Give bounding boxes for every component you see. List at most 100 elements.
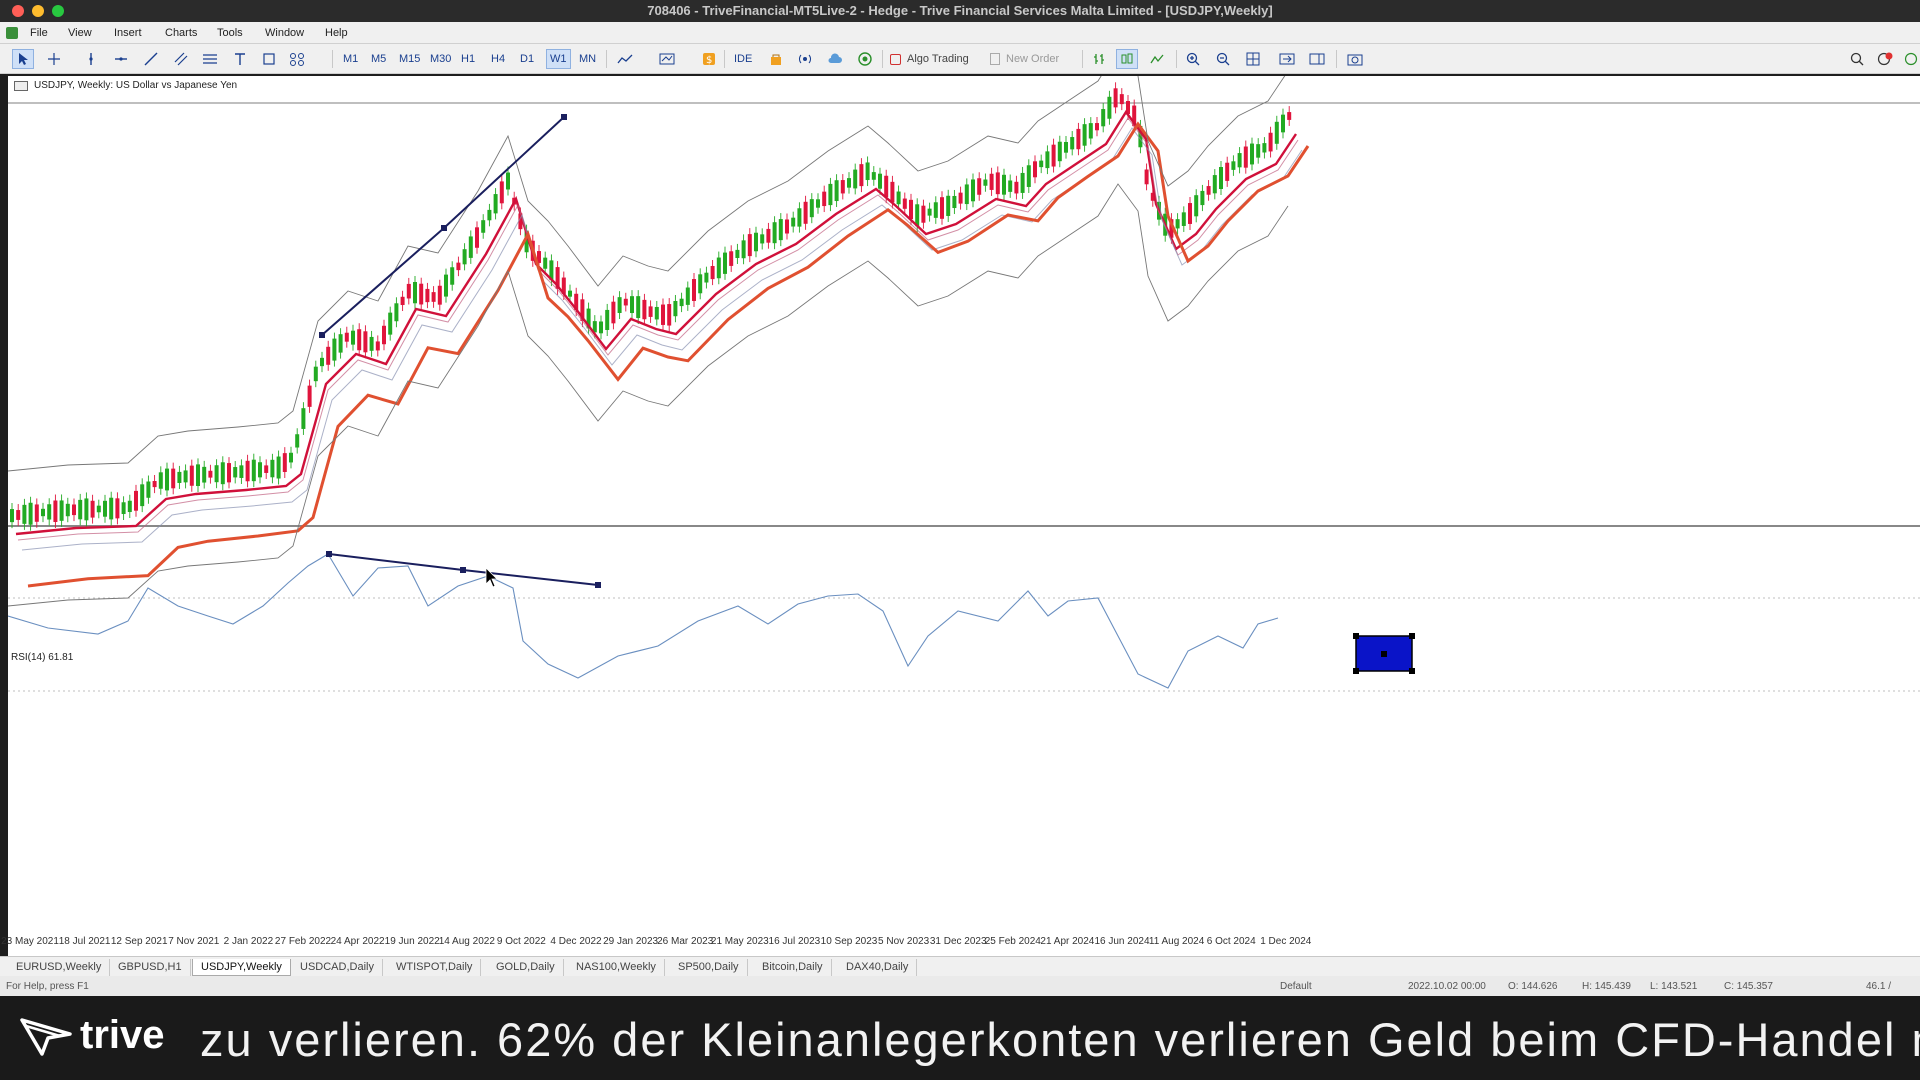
time-axis-label: 5 Nov 2023 xyxy=(878,936,930,947)
symbol-tab[interactable]: EURUSD,Weekly xyxy=(8,959,111,976)
candle-body xyxy=(227,463,231,483)
text-tool-icon[interactable] xyxy=(229,49,251,69)
candle-body xyxy=(78,499,83,520)
zoom-out-icon[interactable] xyxy=(1212,49,1234,69)
objects-icon[interactable] xyxy=(286,49,308,69)
horizontal-line-icon[interactable] xyxy=(110,49,132,69)
zoom-in-icon[interactable] xyxy=(1182,49,1204,69)
bag-icon[interactable] xyxy=(765,49,787,69)
symbol-tab-active[interactable]: USDJPY,Weekly xyxy=(192,959,291,976)
timeframe-m1[interactable]: M1 xyxy=(340,49,361,69)
market-icon[interactable] xyxy=(854,49,876,69)
candle-body xyxy=(140,484,145,507)
bar-chart-icon[interactable] xyxy=(1088,49,1110,69)
candle-body xyxy=(171,468,176,489)
account-icon[interactable] xyxy=(1900,49,1920,69)
candle-body xyxy=(481,220,486,233)
indicators-icon[interactable] xyxy=(614,49,636,69)
candle-body xyxy=(952,195,957,209)
candle-body xyxy=(233,467,238,478)
candlestick-chart-icon[interactable] xyxy=(1116,49,1138,69)
symbol-tab[interactable]: GBPUSD,H1 xyxy=(110,959,191,976)
candle-body xyxy=(1088,123,1093,139)
timeframe-d1[interactable]: D1 xyxy=(517,49,537,69)
timeframe-h1[interactable]: H1 xyxy=(458,49,478,69)
shapes-icon[interactable] xyxy=(258,49,280,69)
templates-icon[interactable] xyxy=(656,49,678,69)
status-profile[interactable]: Default xyxy=(1280,981,1312,992)
timeframe-m5[interactable]: M5 xyxy=(368,49,389,69)
symbol-tab[interactable]: Bitcoin,Daily xyxy=(754,959,832,976)
candle-body xyxy=(127,500,132,513)
timeframe-mn[interactable]: MN xyxy=(576,49,599,69)
chart-window[interactable]: USDJPY, Weekly: US Dollar vs Japanese Ye… xyxy=(1,76,1920,956)
status-datetime: 2022.10.02 00:00 xyxy=(1408,981,1486,992)
fibonacci-icon[interactable] xyxy=(199,49,221,69)
time-axis-label: 1 Dec 2024 xyxy=(1260,936,1312,947)
timeframe-m30[interactable]: M30 xyxy=(427,49,454,69)
timeframe-w1[interactable]: W1 xyxy=(546,49,571,69)
menu-insert[interactable]: Insert xyxy=(114,27,142,39)
moving-average-slow xyxy=(27,121,1310,588)
candle-body xyxy=(754,232,758,252)
menu-charts[interactable]: Charts xyxy=(165,27,197,39)
notifications-icon[interactable] xyxy=(1874,49,1896,69)
candle-body xyxy=(1206,186,1211,195)
time-axis-label: 4 Dec 2022 xyxy=(550,936,602,947)
candle-body xyxy=(716,257,721,279)
candle-body xyxy=(816,199,820,208)
symbol-tab[interactable]: SP500,Daily xyxy=(670,959,748,976)
status-high: H: 145.439 xyxy=(1582,981,1631,992)
time-axis-label: 14 Aug 2022 xyxy=(438,936,495,947)
cursor-tool-icon[interactable] xyxy=(12,49,34,69)
ide-button[interactable]: IDE xyxy=(734,49,752,69)
menu-view[interactable]: View xyxy=(68,27,92,39)
candle-body xyxy=(995,172,1000,195)
timeframe-h4[interactable]: H4 xyxy=(488,49,508,69)
price-chart[interactable] xyxy=(8,76,1920,956)
candle-body xyxy=(47,504,52,520)
candle-body xyxy=(822,191,827,207)
candle-body xyxy=(1268,132,1273,152)
symbol-tab[interactable]: WTISPOT,Daily xyxy=(388,959,482,976)
menu-tools[interactable]: Tools xyxy=(217,27,243,39)
timeframe-m15[interactable]: M15 xyxy=(396,49,423,69)
line-chart-icon[interactable] xyxy=(1146,49,1168,69)
time-axis-label: 24 Apr 2022 xyxy=(330,936,385,947)
candle-body xyxy=(1287,112,1292,120)
cloud-icon[interactable] xyxy=(824,49,846,69)
symbol-tab[interactable]: NAS100,Weekly xyxy=(568,959,665,976)
candle-body xyxy=(902,198,907,209)
menu-help[interactable]: Help xyxy=(325,27,348,39)
candle-body xyxy=(146,481,151,498)
chart-shift-icon[interactable] xyxy=(1306,49,1328,69)
autoscroll-icon[interactable] xyxy=(1276,49,1298,69)
candle-body xyxy=(276,456,281,479)
screenshot-icon[interactable] xyxy=(1344,49,1366,69)
candle-body xyxy=(946,195,951,216)
trendline-icon[interactable] xyxy=(140,49,162,69)
search-icon[interactable] xyxy=(1846,49,1868,69)
candle-body xyxy=(791,217,796,227)
brand-logo: trive xyxy=(0,996,200,1080)
symbol-tab[interactable]: USDCAD,Daily xyxy=(292,959,383,976)
crosshair-icon[interactable] xyxy=(43,49,65,69)
menu-file[interactable]: File xyxy=(30,27,48,39)
candle-body xyxy=(1082,124,1087,146)
signal-icon[interactable] xyxy=(794,49,816,69)
grid-icon[interactable] xyxy=(1242,49,1264,69)
trendline-anchor xyxy=(561,114,567,120)
candle-body xyxy=(661,304,665,325)
symbol-tab[interactable]: GOLD,Daily xyxy=(488,959,564,976)
new-order-button[interactable]: New Order xyxy=(990,49,1059,69)
candle-body xyxy=(493,194,498,214)
time-axis-label: 23 May 2021 xyxy=(1,936,59,947)
symbol-tab[interactable]: DAX40,Daily xyxy=(838,959,918,976)
candle-body xyxy=(760,234,765,244)
coin-icon[interactable]: $ xyxy=(698,49,720,69)
vertical-line-icon[interactable] xyxy=(80,49,102,69)
menu-window[interactable]: Window xyxy=(265,27,304,39)
channel-icon[interactable] xyxy=(170,49,192,69)
candle-body xyxy=(351,330,355,345)
algo-trading-button[interactable]: Algo Trading xyxy=(890,49,969,69)
